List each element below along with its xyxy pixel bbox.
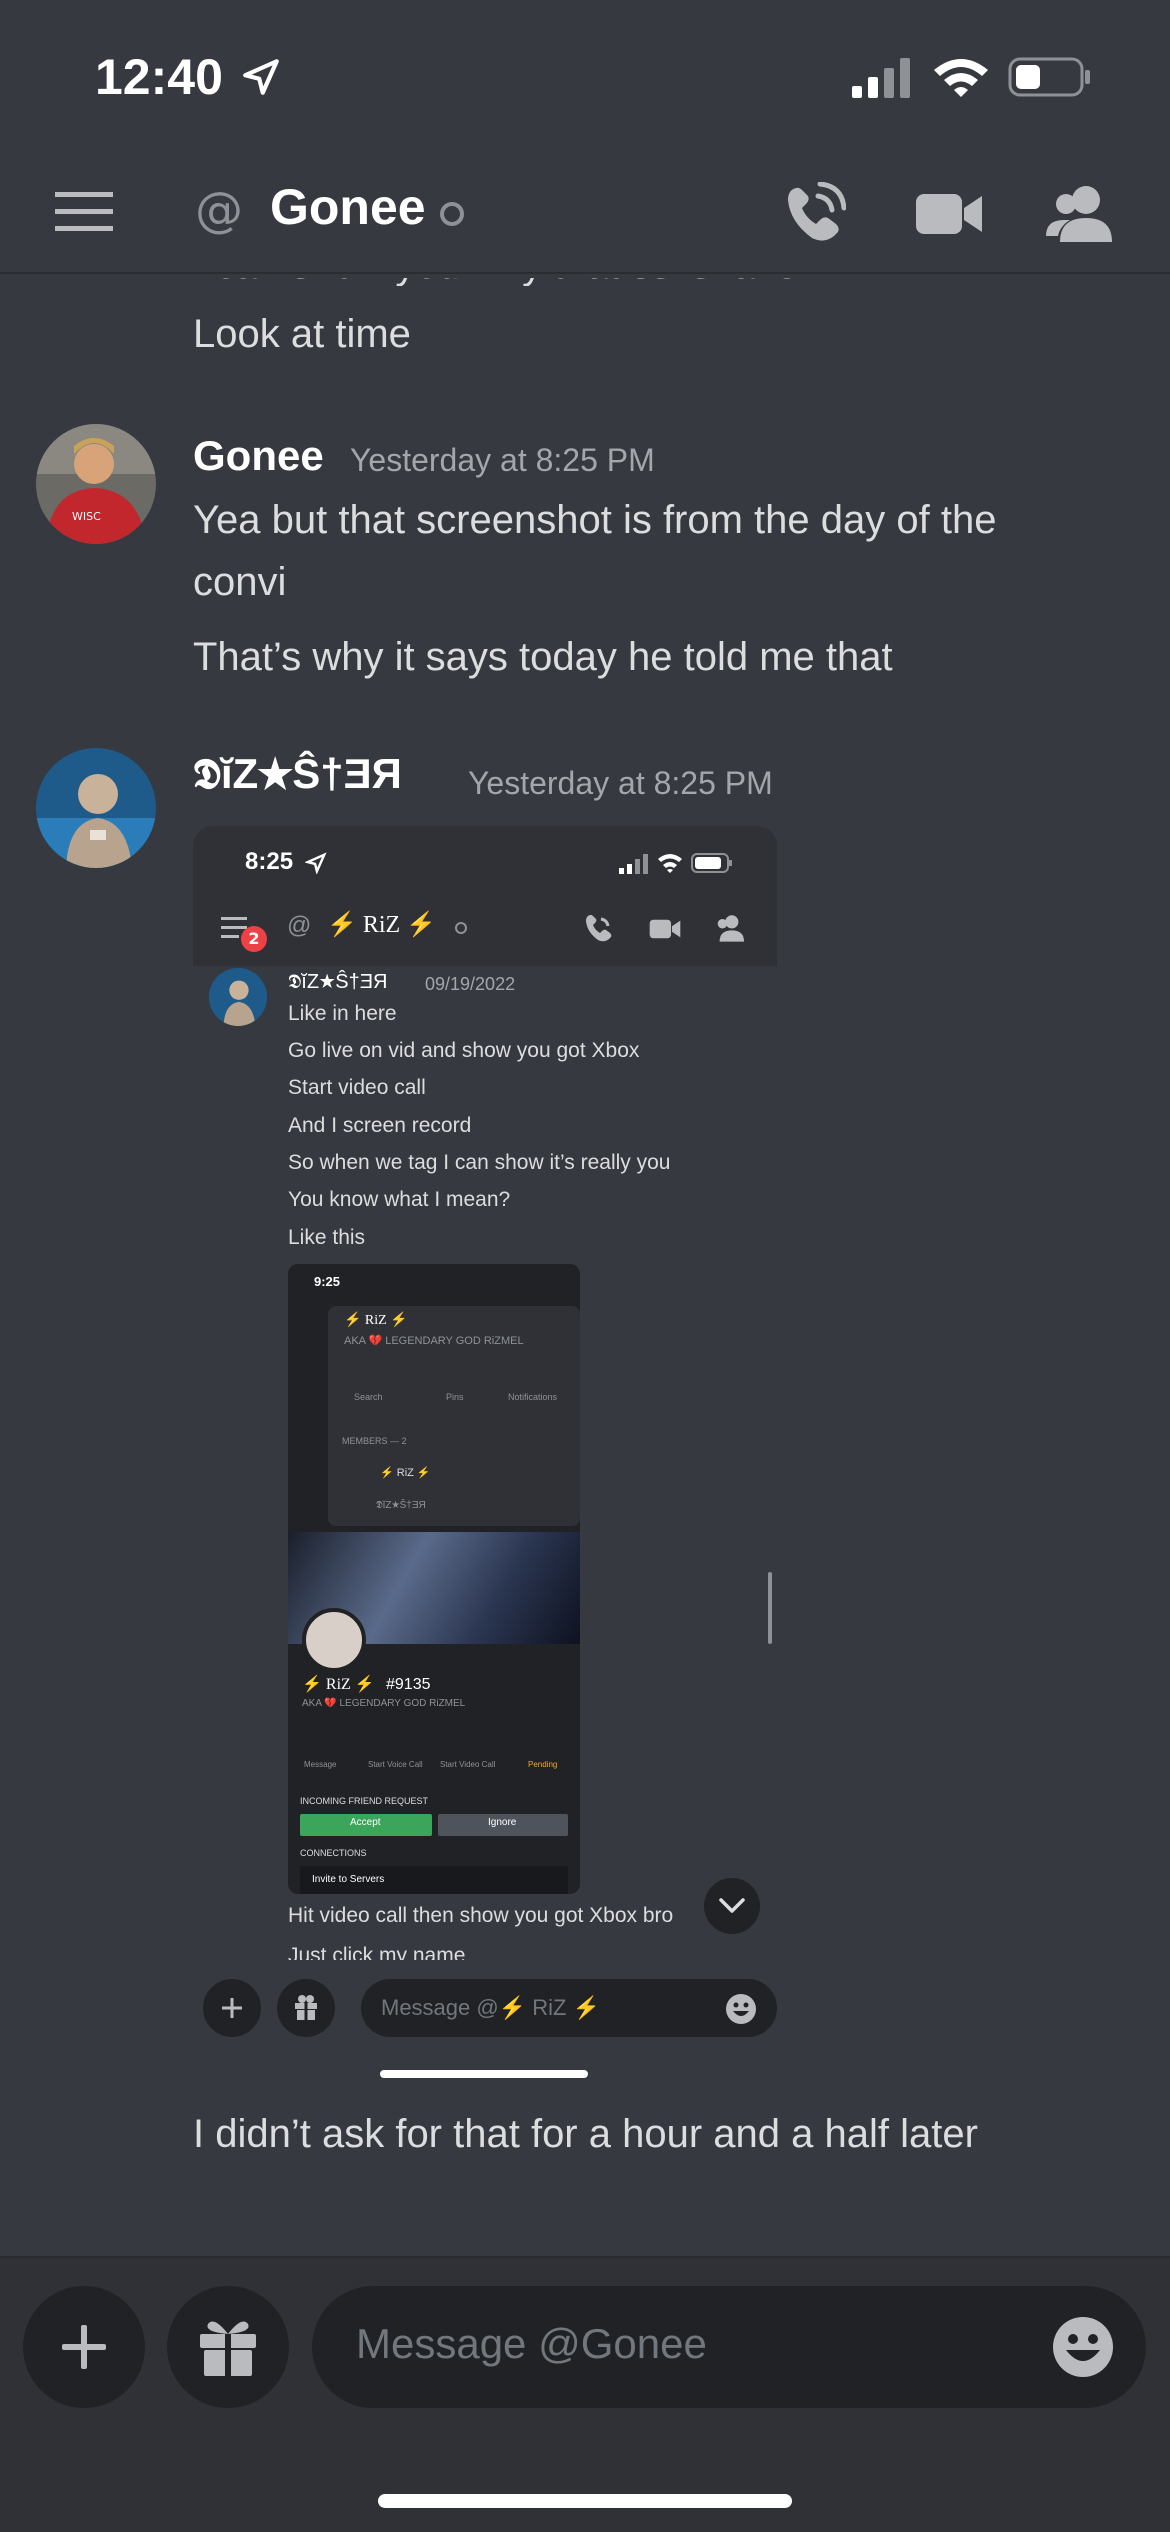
at-icon: @ — [287, 912, 312, 939]
status-time: 12:40 — [95, 49, 223, 105]
nested-profile-aka: AKA 💔 LEGENDARY GOD RiZMEL — [302, 1698, 466, 1709]
nested-tab: Pins — [446, 1392, 464, 1402]
message-line: convi — [193, 560, 287, 604]
nested-action: Pending — [528, 1760, 558, 1769]
embed-composer: Message @⚡ RiZ ⚡ — [203, 1968, 777, 2048]
nested-action: Start Voice Call — [368, 1760, 423, 1769]
gift-button[interactable] — [167, 2286, 289, 2408]
dm-title[interactable]: Gonee — [270, 178, 426, 236]
nested-members-label: MEMBERS — 2 — [342, 1436, 407, 1446]
nested-discriminator: #9135 — [386, 1676, 431, 1693]
gift-icon — [200, 2321, 256, 2376]
image-attachment[interactable]: 8:25 2 @ ⚡ RiZ ⚡ 𝕯ĭZ★Ŝ†ƎЯ 09/19/2022 Lik… — [193, 826, 777, 2086]
emoji-icon — [726, 1994, 756, 2024]
embed-plus-button — [203, 1979, 261, 2037]
embed-message-input: Message @⚡ RiZ ⚡ — [361, 1979, 777, 2037]
offline-status-icon — [455, 922, 467, 934]
embed-input-placeholder: Message @⚡ RiZ ⚡ — [381, 1995, 600, 2020]
scroll-down-button[interactable] — [704, 1878, 760, 1934]
message-input[interactable]: Message @Gonee — [312, 2286, 1146, 2408]
emoji-picker-icon[interactable] — [1052, 2316, 1114, 2378]
embed-line: Start video call — [288, 1076, 426, 1099]
nested-action: Start Video Call — [440, 1760, 496, 1769]
plus-icon — [222, 1998, 242, 2018]
embed-avatar — [209, 968, 267, 1026]
nested-profile-avatar — [302, 1608, 366, 1672]
battery-icon — [1008, 57, 1090, 97]
message-line: That’s why it says today he told me that — [193, 635, 893, 679]
wifi-icon — [934, 59, 988, 97]
svg-text:WISC: WISC — [72, 510, 101, 523]
embed-line: Go live on vid and show you got Xbox — [288, 1039, 640, 1062]
cellular-signal-icon — [619, 854, 648, 874]
avatar-gonee[interactable]: WISC — [36, 424, 156, 544]
message-composer: Message @Gonee — [0, 2256, 1170, 2532]
embed-line: And I screen record — [288, 1114, 472, 1137]
embed-line: Like in here — [288, 1002, 397, 1025]
message-author[interactable]: 𝕯ĭZ★Ŝ†ƎЯ — [193, 750, 402, 799]
message-line-partial: I can show you why that ss is fake — [193, 278, 798, 286]
offline-status-icon — [440, 202, 464, 226]
message-line: Yea but that screenshot is from the day … — [193, 498, 997, 542]
embed-gift-button — [277, 1979, 335, 2037]
nested-name: ⚡ RiZ ⚡ — [344, 1313, 408, 1328]
embed-channel-title: ⚡ RiZ ⚡ — [327, 912, 437, 938]
embed-header: 8:25 2 @ ⚡ RiZ ⚡ — [193, 826, 777, 966]
members-icon — [717, 915, 745, 942]
chevron-down-icon — [719, 1898, 745, 1913]
nested-tab: Search — [354, 1392, 383, 1402]
nested-invite-label: Invite to Servers — [312, 1874, 385, 1885]
location-arrow-icon — [305, 852, 327, 874]
embed-home-indicator — [380, 2070, 588, 2078]
wifi-icon — [658, 854, 682, 873]
video-call-icon — [649, 919, 681, 939]
channel-header: @ Gonee — [0, 160, 1170, 274]
nested-tab: Notifications — [508, 1392, 558, 1402]
embed-line: You know what I mean? — [288, 1188, 511, 1211]
nested-friend-request-label: INCOMING FRIEND REQUEST — [300, 1796, 429, 1806]
video-call-icon[interactable] — [916, 186, 982, 242]
message-line: I didn’t ask for that for a hour and a h… — [193, 2112, 978, 2156]
nested-member: 𝕯ĭZ★Ŝ†ƎЯ — [376, 1500, 426, 1511]
message-line: Look at time — [193, 312, 411, 356]
message-author[interactable]: Gonee — [193, 432, 324, 480]
nested-ignore-label: Ignore — [488, 1817, 517, 1828]
voice-call-icon — [586, 914, 612, 942]
embed-line: So when we tag I can show it’s really yo… — [288, 1151, 671, 1174]
notification-badge: 2 — [241, 926, 267, 952]
voice-call-icon[interactable] — [782, 182, 846, 246]
nested-aka: AKA 💔 LEGENDARY GOD RiZMEL — [344, 1335, 524, 1347]
nested-connections-label: CONNECTIONS — [300, 1848, 367, 1858]
hamburger-menu-icon[interactable] — [55, 190, 113, 234]
status-bar: 12:40 — [0, 0, 1170, 160]
embed-line: Hit video call then show you got Xbox br… — [288, 1904, 674, 1927]
attach-button[interactable] — [23, 2286, 145, 2408]
message-input-placeholder: Message @Gonee — [356, 2320, 707, 2367]
battery-icon — [691, 853, 732, 873]
embed-author: 𝕯ĭZ★Ŝ†ƎЯ — [288, 971, 388, 993]
gift-icon — [295, 1995, 317, 2020]
message-timestamp: Yesterday at 8:25 PM — [350, 442, 655, 478]
cellular-signal-icon — [852, 58, 910, 98]
nested-status-time: 9:25 — [314, 1274, 341, 1289]
at-icon: @ — [195, 182, 243, 238]
message-timestamp: Yesterday at 8:25 PM — [468, 765, 773, 801]
embed-line: Like this — [288, 1226, 366, 1249]
home-indicator — [378, 2494, 792, 2508]
nested-screenshot: 9:25 ⚡ RiZ ⚡ AKA 💔 LEGENDARY GOD RiZMEL … — [288, 1264, 580, 1894]
nested-accept-label: Accept — [350, 1817, 381, 1828]
embed-scrollbar — [768, 1572, 772, 1644]
plus-icon — [62, 2325, 106, 2369]
location-arrow-icon — [243, 59, 279, 95]
avatar-dizster[interactable] — [36, 748, 156, 868]
embed-line-partial: Just click my name — [288, 1944, 466, 1960]
nested-action: Message — [304, 1760, 337, 1769]
nested-member: ⚡ RiZ ⚡ — [380, 1467, 431, 1479]
members-icon[interactable] — [1046, 184, 1114, 242]
embed-status-time: 8:25 — [245, 848, 294, 875]
embed-timestamp: 09/19/2022 — [425, 974, 516, 994]
nested-profile-name: ⚡ RiZ ⚡ — [302, 1676, 375, 1693]
